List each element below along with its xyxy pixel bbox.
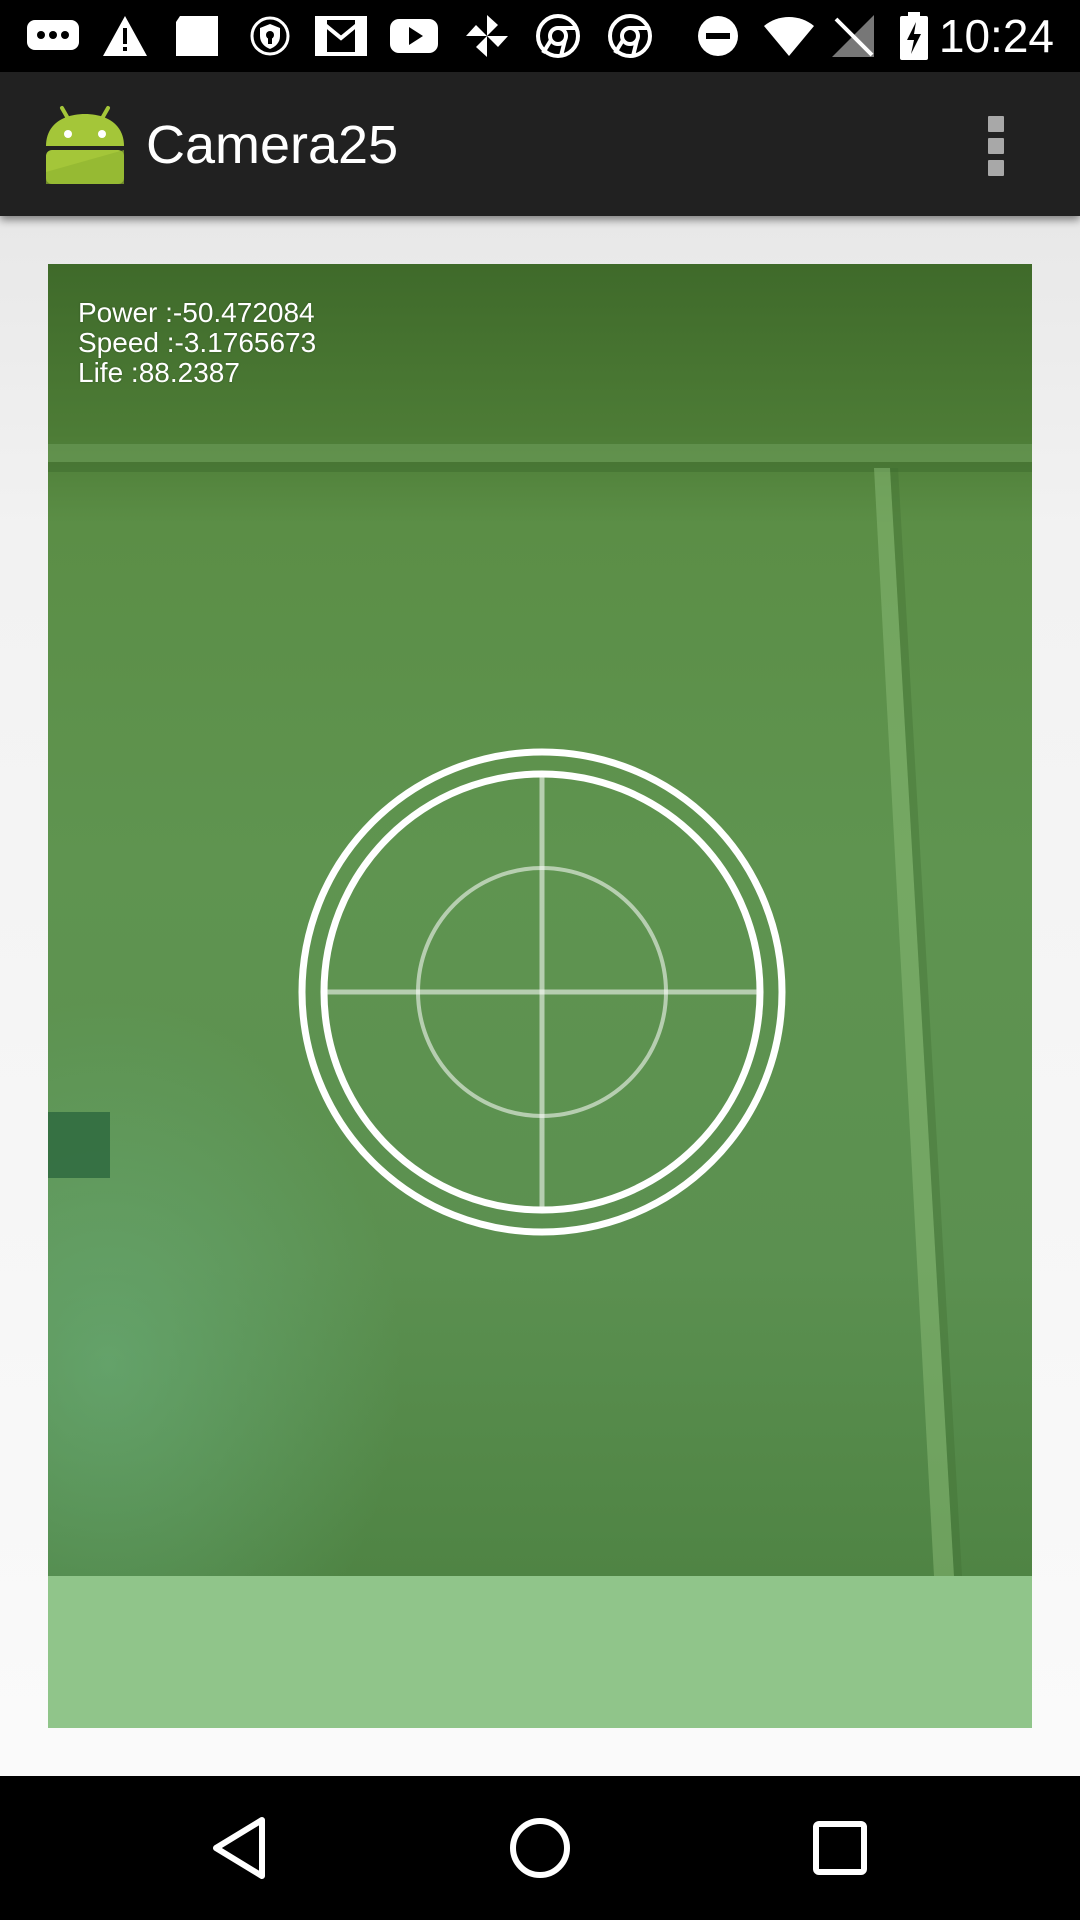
bottom-panel — [48, 1576, 1032, 1728]
gmail-icon — [314, 12, 368, 60]
back-icon[interactable] — [206, 1812, 278, 1884]
pinwheel-icon — [462, 12, 512, 60]
content-area: Power :-50.472084 Speed :-3.1765673 Life… — [0, 216, 1080, 1776]
menu-dot — [988, 160, 1004, 176]
camera-frame: Power :-50.472084 Speed :-3.1765673 Life… — [48, 264, 1032, 1728]
app-title: Camera25 — [146, 115, 399, 175]
overflow-menu-icon[interactable] — [970, 108, 1022, 184]
hud-stats: Power :-50.472084 Speed :-3.1765673 Life… — [78, 298, 316, 388]
no-sim-icon — [828, 12, 878, 60]
recents-icon[interactable] — [804, 1812, 876, 1884]
notification-square-icon — [170, 12, 224, 60]
status-bar: 10:24 — [0, 0, 1080, 72]
wifi-icon — [762, 12, 816, 60]
home-icon[interactable] — [504, 1812, 576, 1884]
app-bar: Camera25 — [0, 72, 1080, 216]
menu-dot — [988, 116, 1004, 132]
chrome-icon — [534, 12, 582, 60]
crosshair-reticle — [298, 748, 786, 1236]
navigation-bar — [0, 1776, 1080, 1920]
battery-charging-icon — [896, 12, 932, 60]
camera-scene — [48, 444, 1032, 1576]
shield-icon — [248, 12, 292, 60]
clock: 10:24 — [938, 10, 1054, 62]
power-readout: Power :-50.472084 — [78, 297, 315, 328]
life-readout: Life :88.2387 — [78, 357, 240, 388]
camera-preview[interactable]: Power :-50.472084 Speed :-3.1765673 Life… — [48, 264, 1032, 1576]
do-not-disturb-icon — [694, 12, 742, 60]
speed-readout: Speed :-3.1765673 — [78, 327, 317, 358]
android-robot-icon — [42, 102, 128, 188]
menu-dot — [988, 138, 1004, 154]
messaging-dots-icon — [24, 12, 82, 60]
chrome-icon — [606, 12, 654, 60]
warning-icon — [100, 12, 150, 60]
youtube-icon — [388, 12, 440, 60]
